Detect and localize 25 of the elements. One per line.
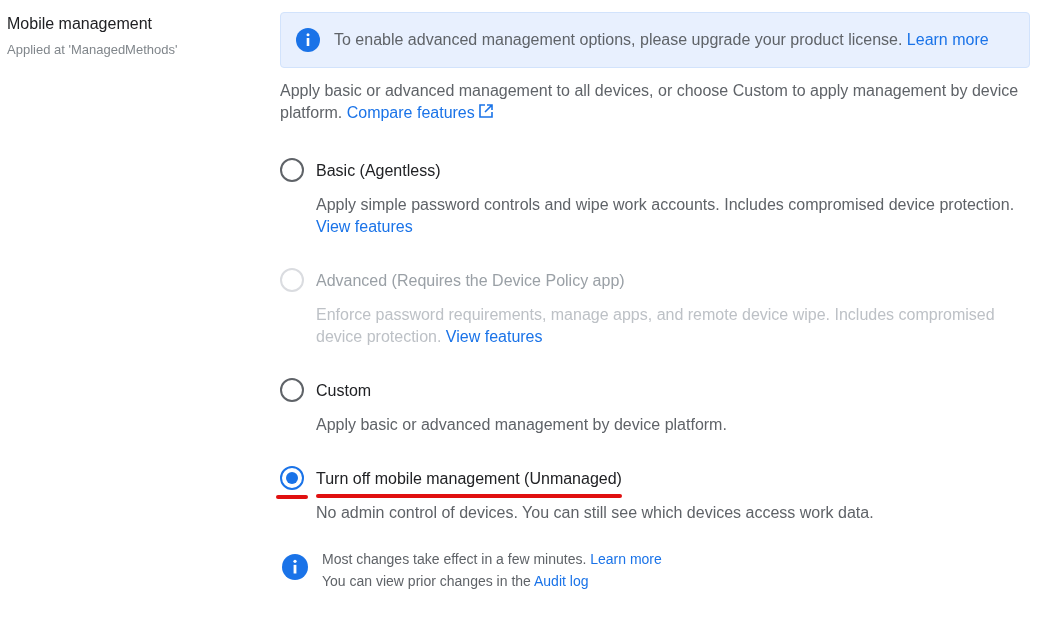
option-description: Apply basic or advanced management by device platform.	[316, 415, 727, 435]
option-label: Custom	[316, 381, 372, 401]
option-description: Enforce password requirements, manage apps, and remote device wipe. Includes compromised device protection. View features	[316, 305, 996, 347]
link[interactable]: Learn more	[906, 31, 989, 48]
section-title: Mobile management	[7, 14, 153, 34]
link[interactable]: Learn more	[590, 551, 662, 567]
link[interactable]: Audit log	[533, 573, 589, 589]
info-icon	[296, 28, 320, 52]
external-link-icon	[479, 104, 494, 118]
radio-button[interactable]	[280, 466, 304, 490]
section-subtitle: Applied at 'ManagedMethods'	[7, 41, 179, 59]
notice-text: To enable advanced management options, please upgrade your product license. Learn more	[334, 30, 989, 50]
footer-note: You can view prior changes in the Audit log	[322, 572, 590, 590]
radio-button[interactable]	[280, 378, 304, 402]
option-label: Basic (Agentless)	[316, 161, 441, 181]
description-text: Apply basic or advanced management to all devices, or choose Custom to apply management by device platform. Compare features	[280, 81, 1020, 123]
radio-button[interactable]	[280, 158, 304, 182]
option-description: Apply simple password controls and wipe work accounts. Includes compromised device protection. View features	[316, 195, 1016, 237]
option-description: No admin control of devices. You can still see which devices access work data.	[316, 503, 874, 523]
footer-note: Most changes take effect in a few minutes. Learn more	[322, 550, 662, 568]
option-label: Turn off mobile management (Unmanaged)	[316, 469, 622, 489]
option-label: Advanced (Requires the Device Policy app)	[316, 271, 625, 291]
link[interactable]: View features	[316, 218, 413, 235]
info-icon	[282, 554, 308, 580]
link[interactable]: Compare features	[346, 104, 475, 121]
